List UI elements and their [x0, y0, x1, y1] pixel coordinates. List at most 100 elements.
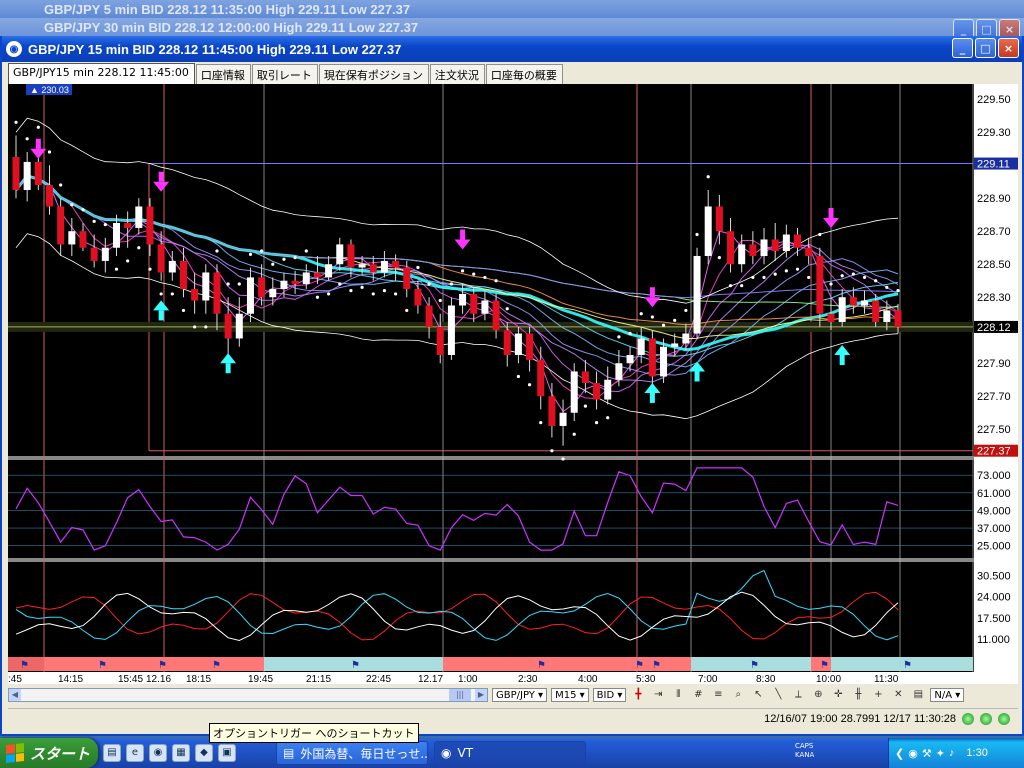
quicklaunch-media-icon[interactable]: ◉: [149, 744, 167, 762]
zoom-fit-icon[interactable]: ⌕: [730, 688, 746, 702]
candle-bullish: [604, 379, 612, 400]
dmi-line: [15, 591, 899, 641]
price-side-select[interactable]: BID ▾: [592, 688, 627, 702]
dmi-line: [15, 591, 899, 642]
status-bar: 12/16/07 19:00 28.7991 12/17 11:30:28: [8, 708, 1018, 728]
symbol-select[interactable]: GBP/JPY ▾: [492, 688, 548, 702]
browser-icon: ▤: [283, 746, 295, 760]
tab-orders[interactable]: 注文状況: [429, 64, 485, 84]
candle-bearish: [872, 300, 880, 322]
signal-arrow-stem: [158, 310, 164, 321]
minimize-button[interactable]: _: [952, 38, 973, 58]
background-window-30min[interactable]: GBP/JPY 30 min BID 228.12 12:00:00 High …: [0, 18, 1024, 38]
clock[interactable]: 1:30: [966, 747, 987, 759]
candle-bearish: [537, 359, 545, 397]
sar-dot: [874, 279, 878, 283]
candle-bearish: [470, 293, 478, 314]
scroll-thumb[interactable]: |||: [449, 689, 471, 701]
sar-dot: [438, 298, 442, 303]
tab-open-positions[interactable]: 現在保有ポジション: [318, 64, 429, 84]
price-tick-label: 228.70: [977, 226, 1011, 238]
candle-bullish: [280, 280, 288, 289]
tray-network-icon[interactable]: ⚒: [922, 747, 932, 760]
sar-dot: [550, 449, 554, 453]
candle-style-icon[interactable]: ╋: [630, 688, 646, 702]
sar-dot: [728, 284, 733, 288]
sar-dot: [349, 289, 353, 293]
grid-icon[interactable]: #: [690, 688, 706, 702]
sar-dot: [237, 282, 241, 286]
title-bar[interactable]: ◉ GBP/JPY 15 min BID 228.12 11:45:00 Hig…: [2, 36, 1022, 62]
candle-bearish: [827, 313, 835, 322]
tab-account-info[interactable]: 口座情報: [195, 64, 251, 84]
candle-bullish: [861, 300, 869, 306]
tab-account-summary[interactable]: 口座毎の概要: [485, 64, 563, 84]
delete-object-icon[interactable]: ✕: [890, 688, 906, 702]
candle-bearish: [727, 231, 735, 265]
candle-bullish: [559, 412, 567, 426]
zoom-in-icon[interactable]: ⊕: [810, 688, 826, 702]
time-tick-label: 11:30: [874, 674, 899, 684]
moving-average-line: [15, 175, 899, 376]
sar-dot: [360, 285, 364, 289]
sar-dot: [293, 256, 297, 260]
period-separator-icon[interactable]: ⫴: [670, 688, 686, 702]
timeframe-select[interactable]: M15 ▾: [551, 688, 589, 702]
start-button[interactable]: スタート: [0, 738, 98, 768]
background-window-title: GBP/JPY 30 min BID 228.12 12:00:00 High …: [44, 20, 419, 35]
task-vt[interactable]: ◉ VT: [434, 741, 586, 765]
maximize-button[interactable]: □: [975, 38, 996, 58]
quicklaunch-doc-icon[interactable]: ▤: [103, 744, 121, 762]
tray-volume-icon[interactable]: ♪: [949, 747, 955, 759]
quicklaunch-app-icon[interactable]: ◆: [195, 744, 213, 762]
osc2-tick-label: 24.000: [977, 592, 1011, 604]
sar-dot: [315, 295, 320, 299]
sar-dot: [304, 249, 308, 253]
crosshair-icon[interactable]: ✛: [830, 688, 846, 702]
close-button[interactable]: ×: [998, 38, 1019, 58]
candle-bearish: [436, 326, 444, 355]
chart-scrollbar[interactable]: ◀ ▶ |||: [8, 688, 488, 702]
hline-icon[interactable]: ╫: [850, 688, 866, 702]
sar-dot: [594, 421, 599, 425]
candle-bullish: [637, 338, 645, 355]
chart-area[interactable]: ▲ 230.03 229.50 229.30 229.11 228.90 228.70 22…: [8, 84, 1018, 684]
ime-indicator[interactable]: CAPS KANA: [795, 742, 814, 760]
candle-bullish: [269, 288, 277, 298]
na-select[interactable]: N/A ▾: [930, 688, 965, 702]
trend-strip-icon: ⚑: [537, 660, 546, 671]
quicklaunch-notepad-icon[interactable]: ▦: [172, 744, 190, 762]
tab-trade-rates[interactable]: 取引レート: [251, 64, 318, 84]
candle-bullish: [760, 239, 768, 256]
osc1-tick-label: 49.000: [977, 505, 1011, 517]
fibonacci-icon[interactable]: ⟂: [790, 688, 806, 702]
trend-strip-icon: ⚑: [212, 660, 221, 671]
candle-bullish: [68, 231, 76, 245]
candle-bearish: [526, 333, 534, 360]
background-window-5min[interactable]: GBP/JPY 5 min BID 228.12 11:35:00 High 2…: [0, 0, 1024, 20]
trendline-icon[interactable]: ╲: [770, 688, 786, 702]
cross-icon[interactable]: +: [870, 688, 886, 702]
tray-security-icon[interactable]: ✦: [936, 747, 945, 760]
properties-icon[interactable]: ▤: [910, 688, 926, 702]
pane-divider: [8, 456, 1018, 460]
sar-dot: [460, 269, 465, 273]
shift-chart-icon[interactable]: ⇥: [650, 688, 666, 702]
tray-arrow-icon[interactable]: ❮: [895, 747, 904, 760]
task-browser[interactable]: ▤ 外国為替、毎日せっせ...: [276, 741, 428, 765]
sar-dot: [416, 265, 420, 270]
osc1-tick-label: 25.000: [977, 541, 1011, 553]
sar-dot: [103, 223, 107, 227]
cursor-icon[interactable]: ↖: [750, 688, 766, 702]
scroll-right-arrow-icon[interactable]: ▶: [475, 689, 487, 701]
price-chart[interactable]: ▲ 230.03 229.50 229.30 229.11 228.90 228.70 22…: [8, 84, 1018, 684]
time-tick-label: 19:45: [248, 674, 273, 684]
scroll-left-arrow-icon[interactable]: ◀: [9, 689, 21, 701]
bar-icon[interactable]: ≡: [710, 688, 726, 702]
tray-app-icon[interactable]: ◉: [908, 747, 918, 760]
quicklaunch-ie-icon[interactable]: e: [126, 744, 144, 762]
candle-bearish: [57, 206, 65, 245]
tab-chart[interactable]: GBP/JPY15 min 228.12 11:45:00: [8, 63, 195, 84]
quicklaunch-folder-icon[interactable]: ▣: [218, 744, 236, 762]
sar-dot: [795, 267, 800, 271]
